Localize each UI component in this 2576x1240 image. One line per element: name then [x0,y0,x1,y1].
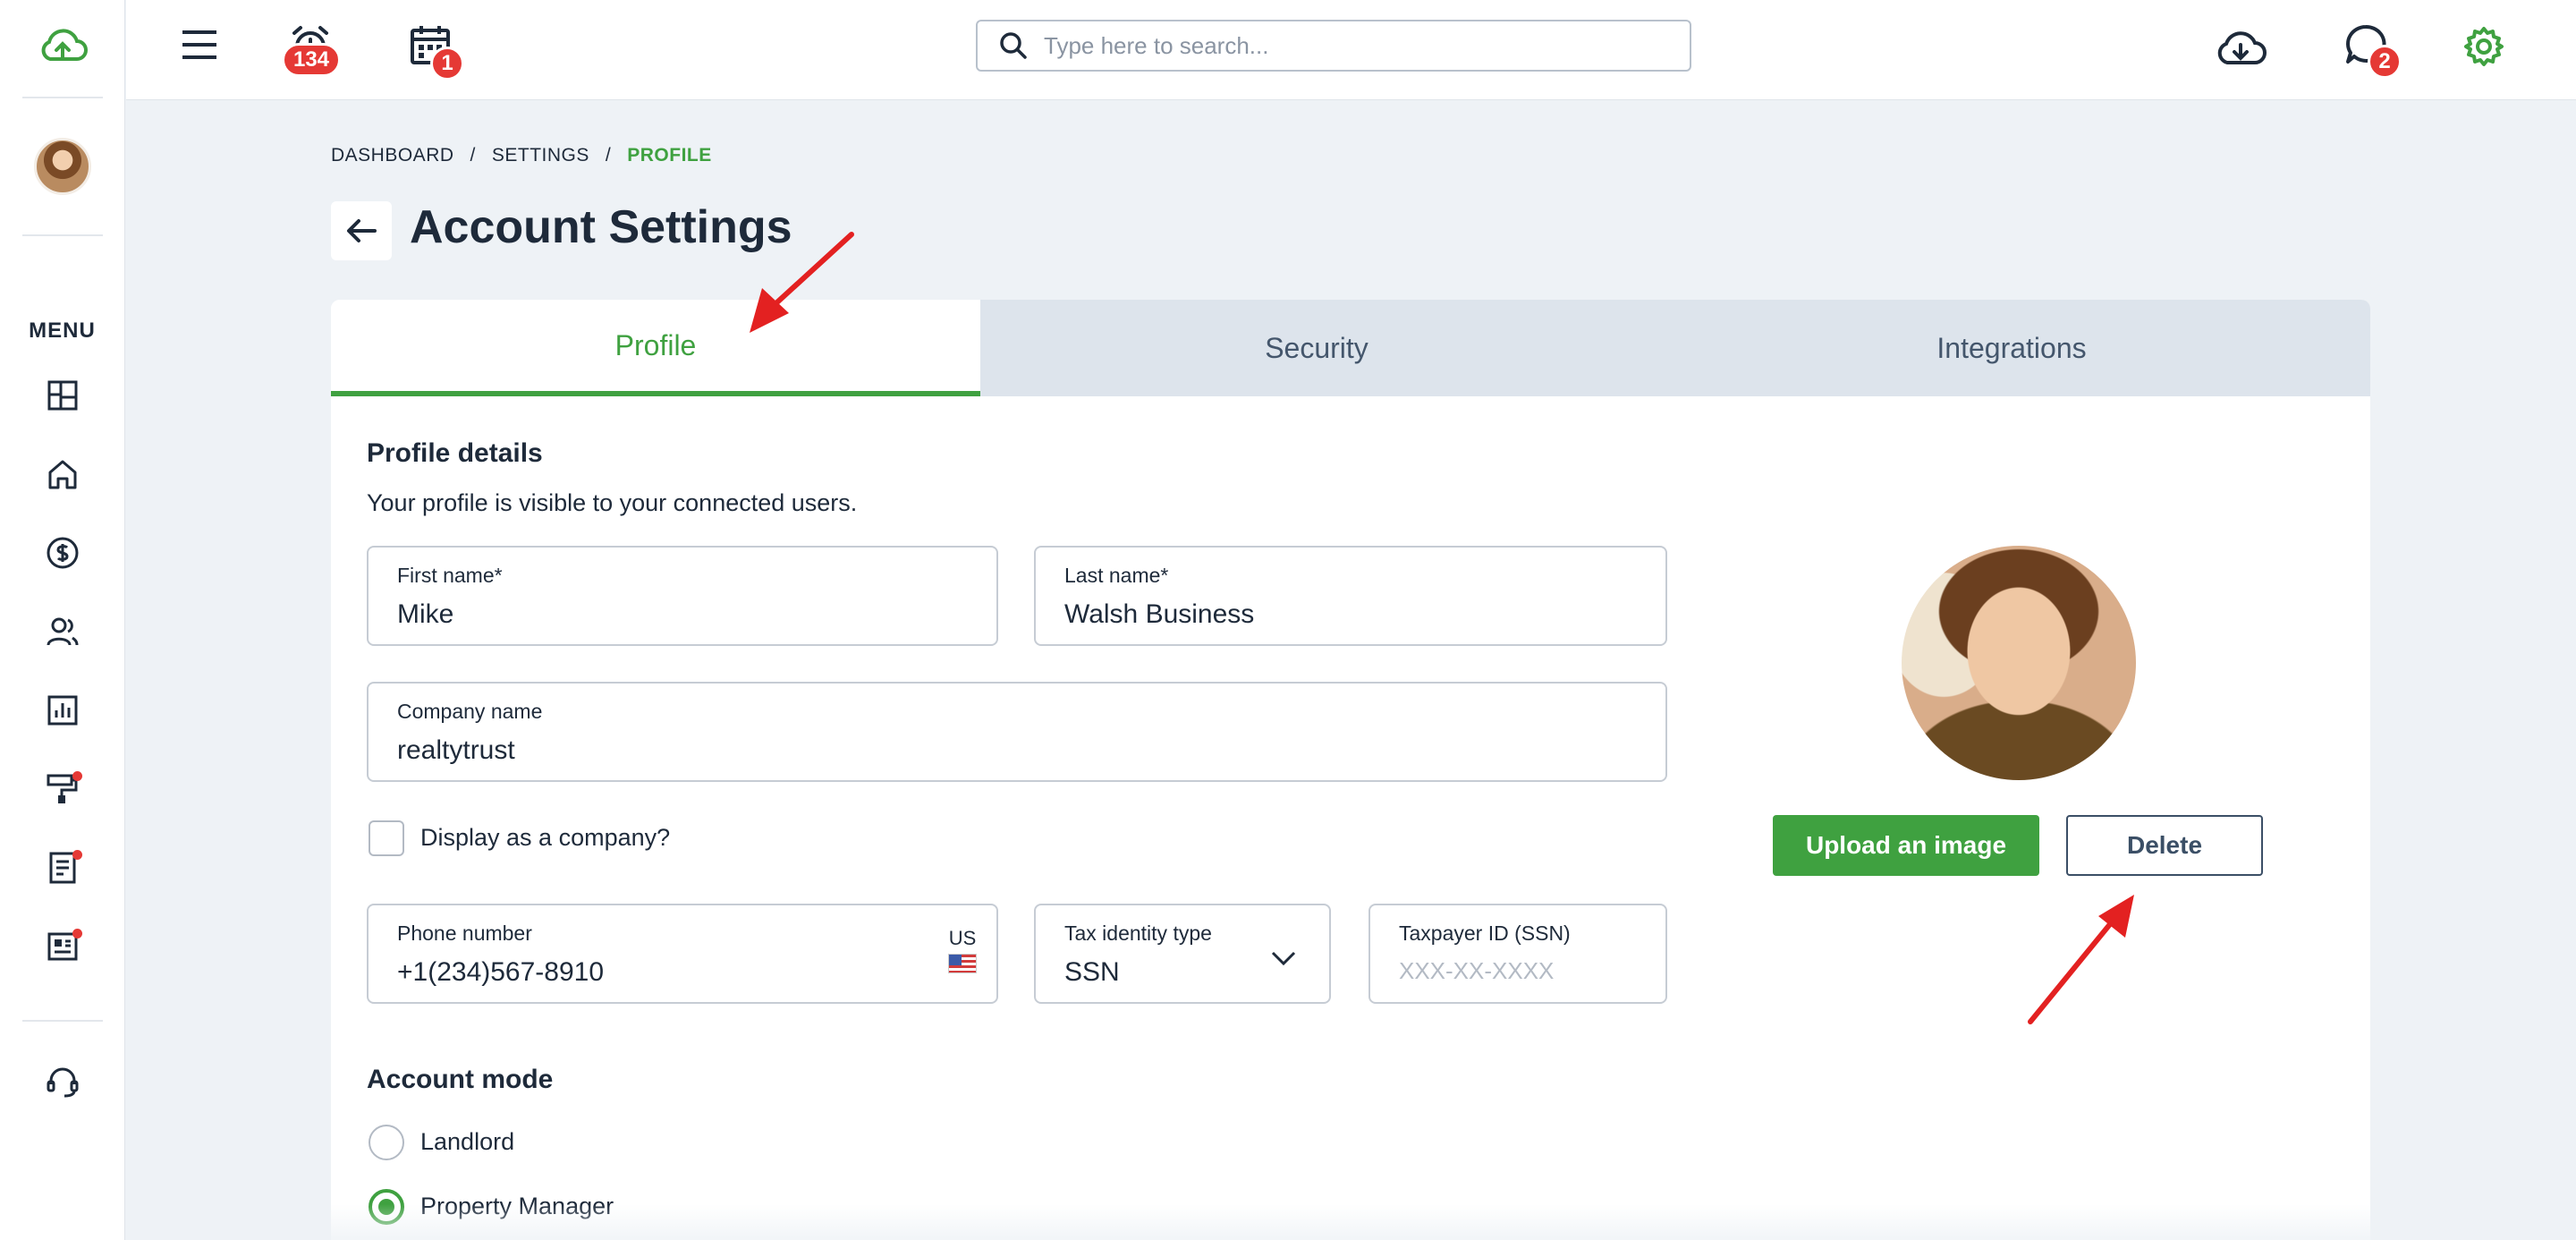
last-name-field[interactable]: Last name* Walsh Business [1034,546,1667,646]
tab-security[interactable]: Security [980,300,1653,396]
sidebar: MENU [0,0,125,1240]
hamburger-menu-button[interactable] [174,23,225,66]
back-button[interactable] [331,201,392,260]
first-name-value[interactable]: Mike [397,599,453,630]
bottom-fade [331,1204,2370,1240]
messages-count-badge: 2 [2368,45,2402,79]
sidebar-item-dashboard[interactable] [36,369,89,422]
sidebar-divider [21,234,103,236]
calendar-button[interactable]: 1 [405,20,464,81]
sidebar-item-support[interactable] [36,1056,89,1109]
topbar: 134 1 2 [126,0,2576,100]
settings-card: Profile Security Integrations Profile de… [331,300,2370,1240]
phone-number-field[interactable]: Phone number +1(234)567-8910 US [367,904,998,1004]
avatar[interactable] [33,138,91,195]
display-as-company-checkbox[interactable] [369,820,404,856]
landlord-radio[interactable] [369,1125,404,1160]
first-name-label: First name* [397,564,503,587]
sidebar-item-documents[interactable] [36,841,89,895]
calendar-count-badge: 1 [430,47,464,81]
gear-icon [2464,27,2504,66]
search-input[interactable] [1044,31,1670,60]
country-code: US [948,927,977,949]
notification-dot [72,771,82,781]
taxpayer-id-label: Taxpayer ID (SSN) [1399,922,1571,945]
dollar-icon [47,537,78,569]
home-icon [48,460,76,489]
cloud-upload-logo-icon[interactable] [37,23,89,70]
cloud-download-icon [2217,31,2267,64]
sidebar-item-reports[interactable] [36,684,89,737]
settings-button[interactable] [2461,23,2507,70]
notifications-count-badge: 134 [282,43,341,77]
page-title: Account Settings [410,201,792,253]
reports-icon [47,695,77,726]
download-button[interactable] [2212,21,2269,72]
tab-integrations[interactable]: Integrations [1653,300,2370,396]
sidebar-item-home[interactable] [36,447,89,501]
messages-button[interactable]: 2 [2341,20,2402,79]
sidebar-item-payments[interactable] [36,526,89,580]
company-name-value[interactable]: realtytrust [397,735,515,766]
first-name-field[interactable]: First name* Mike [367,546,998,646]
tab-profile[interactable]: Profile [331,300,980,396]
last-name-label: Last name* [1064,564,1169,587]
profile-details-subtitle: Your profile is visible to your connecte… [367,489,858,516]
sidebar-item-maintenance[interactable] [36,762,89,816]
breadcrumb-profile: PROFILE [627,145,712,166]
profile-photo [1902,546,2136,780]
breadcrumb: DASHBOARD / SETTINGS / PROFILE [331,145,712,166]
company-name-field[interactable]: Company name realtytrust [367,682,1667,782]
breadcrumb-separator: / [605,145,612,166]
company-name-label: Company name [397,700,543,723]
breadcrumb-dashboard[interactable]: DASHBOARD [331,145,454,166]
sidebar-divider [21,1020,103,1022]
arrow-left-icon [347,219,377,242]
search-icon [1000,32,1027,59]
notification-dot [72,850,82,860]
dashboard-icon [47,380,77,411]
headset-icon [47,1067,78,1098]
taxpayer-id-field[interactable]: Taxpayer ID (SSN) XXX-XX-XXXX [1368,904,1667,1004]
menu-label: MENU [29,318,96,343]
tax-identity-type-value: SSN [1064,957,1120,987]
tax-identity-type-select[interactable]: Tax identity type SSN [1034,904,1331,1004]
chevron-down-icon [1271,951,1296,966]
us-flag-icon [948,954,977,973]
phone-number-label: Phone number [397,922,532,945]
profile-details-title: Profile details [367,438,543,468]
account-mode-title: Account mode [367,1065,554,1094]
notification-dot [72,929,82,938]
tax-identity-type-label: Tax identity type [1064,922,1212,945]
users-icon [47,617,78,646]
display-as-company-label: Display as a company? [420,824,671,851]
landlord-label: Landlord [420,1128,515,1155]
alarm-notifications-button[interactable]: 134 [282,20,341,77]
last-name-value[interactable]: Walsh Business [1064,599,1254,630]
sidebar-item-people[interactable] [36,605,89,658]
sidebar-divider [21,97,103,98]
country-selector[interactable]: US [948,927,977,973]
upload-image-button[interactable]: Upload an image [1773,815,2039,876]
tabs: Profile Security Integrations [331,300,2370,396]
sidebar-item-listings[interactable] [36,920,89,973]
breadcrumb-separator: / [470,145,476,166]
search-box[interactable] [976,20,1691,72]
phone-number-value[interactable]: +1(234)567-8910 [397,957,604,988]
breadcrumb-settings[interactable]: SETTINGS [492,145,589,166]
delete-image-button[interactable]: Delete [2066,815,2263,876]
hamburger-icon [182,30,216,59]
taxpayer-id-placeholder[interactable]: XXX-XX-XXXX [1399,957,1554,985]
